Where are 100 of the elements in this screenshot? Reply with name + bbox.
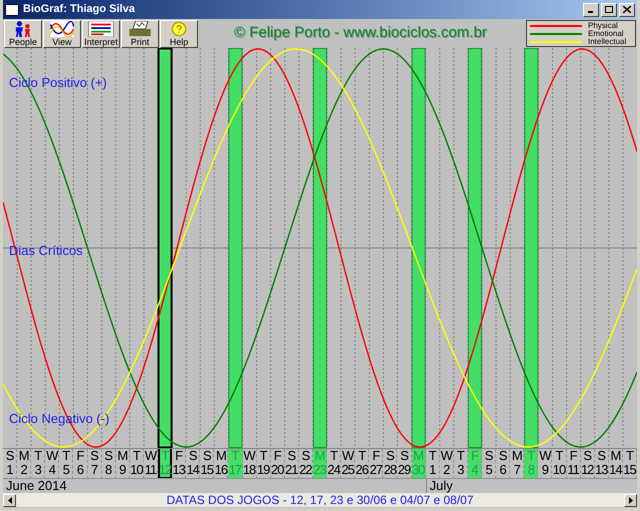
day-number: 9	[119, 463, 126, 477]
day-number: 3	[34, 463, 41, 477]
day-number: 11	[567, 463, 579, 477]
weekday-label: T	[428, 449, 436, 463]
month-label: June 2014	[6, 479, 67, 493]
day-number: 17	[228, 463, 242, 477]
legend-label: Intellectual	[588, 38, 626, 46]
day-number: 14	[609, 463, 622, 477]
weekday-label: W	[539, 449, 551, 463]
day-number: 28	[384, 463, 396, 477]
toolbar-button[interactable]: Interpret	[82, 20, 120, 48]
day-number: 27	[370, 463, 382, 477]
day-number: 15	[623, 463, 636, 477]
weekday-label: T	[260, 449, 267, 463]
weekday-label: T	[62, 449, 70, 463]
weekday-label: S	[498, 449, 506, 463]
weekday-label: T	[456, 449, 464, 463]
day-number: 8	[105, 463, 112, 477]
weekday-label: M	[314, 449, 324, 463]
weekday-label: T	[162, 449, 168, 463]
weekday-label: W	[440, 449, 452, 463]
day-number: 21	[285, 463, 298, 477]
day-number: 19	[256, 463, 270, 477]
day-number: 20	[270, 463, 284, 477]
toolbar-button[interactable]: People	[4, 20, 42, 48]
day-number: 18	[242, 463, 256, 477]
document-icon	[87, 20, 115, 36]
day-number: 13	[172, 463, 185, 477]
weekday-label: S	[90, 449, 98, 463]
day-number: 2	[20, 463, 27, 477]
legend-label: Emotional	[588, 30, 624, 38]
weekday-label: F	[570, 449, 577, 463]
weekday-label: W	[46, 449, 58, 463]
scroll-bar[interactable]: DATAS DOS JOGOS - 12, 17, 23 e 30/06 e 04/07 e 08/07	[3, 493, 637, 507]
weekday-label: S	[287, 449, 296, 463]
weekday-label: M	[216, 449, 226, 463]
weekday-label: S	[104, 449, 112, 463]
minimize-button[interactable]	[583, 2, 599, 16]
day-number: 14	[186, 463, 199, 477]
weekday-label: W	[342, 449, 354, 463]
scroll-right-button[interactable]	[624, 494, 637, 506]
day-number: 1	[6, 463, 13, 477]
window-title: BioGraf: Thiago Silva	[23, 2, 135, 18]
maximize-icon	[605, 6, 613, 13]
day-number: 26	[356, 463, 368, 477]
day-number: 10	[552, 463, 566, 477]
month-label: July	[430, 479, 453, 493]
day-number: 15	[200, 463, 214, 477]
weekday-label: T	[358, 449, 366, 463]
weekday-label: T	[231, 449, 238, 463]
day-number: 23	[313, 463, 326, 477]
day-number: 9	[542, 463, 548, 477]
toolbar-button[interactable]: View	[43, 20, 81, 48]
weekday-label: S	[583, 449, 592, 463]
waves-icon	[49, 20, 75, 36]
app-icon	[5, 4, 19, 16]
status-text: DATAS DOS JOGOS - 12, 17, 23 e 30/06 e 04/07 e 08/07	[165, 494, 475, 506]
day-number: 4	[471, 463, 478, 477]
close-button[interactable]	[619, 2, 635, 16]
weekday-label: T	[132, 449, 140, 463]
toolbar-button[interactable]: Help	[160, 20, 198, 48]
day-number: 5	[485, 463, 492, 477]
scroll-left-button[interactable]	[3, 494, 16, 506]
day-number: 11	[144, 463, 156, 477]
weekday-label: S	[302, 449, 310, 463]
weekday-label: M	[512, 449, 522, 463]
day-number: 6	[500, 463, 506, 477]
day-number: 5	[62, 463, 69, 477]
day-number: 7	[90, 463, 98, 477]
printer-icon	[127, 20, 153, 36]
weekday-label: W	[243, 449, 255, 463]
day-number: 1	[429, 463, 436, 477]
day-number: 12	[580, 463, 594, 477]
weekday-label: T	[34, 449, 42, 463]
weekday-label: F	[175, 449, 182, 463]
weekday-label: F	[274, 449, 281, 463]
day-number: 29	[398, 463, 410, 477]
maximize-button[interactable]	[601, 2, 617, 16]
weekday-label: S	[597, 449, 606, 463]
weekday-label: F	[76, 449, 84, 463]
weekday-label: T	[527, 449, 534, 463]
day-number: 13	[595, 463, 608, 477]
left-arrow-icon	[8, 496, 12, 504]
day-number: 6	[76, 463, 84, 477]
help-icon	[169, 20, 189, 36]
weekday-label: M	[117, 449, 128, 463]
credit-text: © Felipe Porto - www.biociclos.com.br	[234, 23, 487, 44]
weekday-label: T	[626, 449, 633, 463]
weekday-label: T	[330, 449, 338, 463]
weekday-label: W	[144, 449, 156, 463]
toolbar-button[interactable]: Print	[121, 20, 159, 48]
weekday-label: S	[202, 449, 211, 463]
day-number: 22	[299, 463, 312, 477]
day-number: 16	[214, 463, 228, 477]
right-arrow-icon	[628, 496, 632, 504]
weekday-label: S	[386, 449, 394, 463]
weekday-label: F	[470, 449, 478, 463]
legend-label: Physical	[588, 22, 618, 30]
day-number: 2	[443, 463, 450, 477]
day-number: 4	[48, 463, 55, 477]
